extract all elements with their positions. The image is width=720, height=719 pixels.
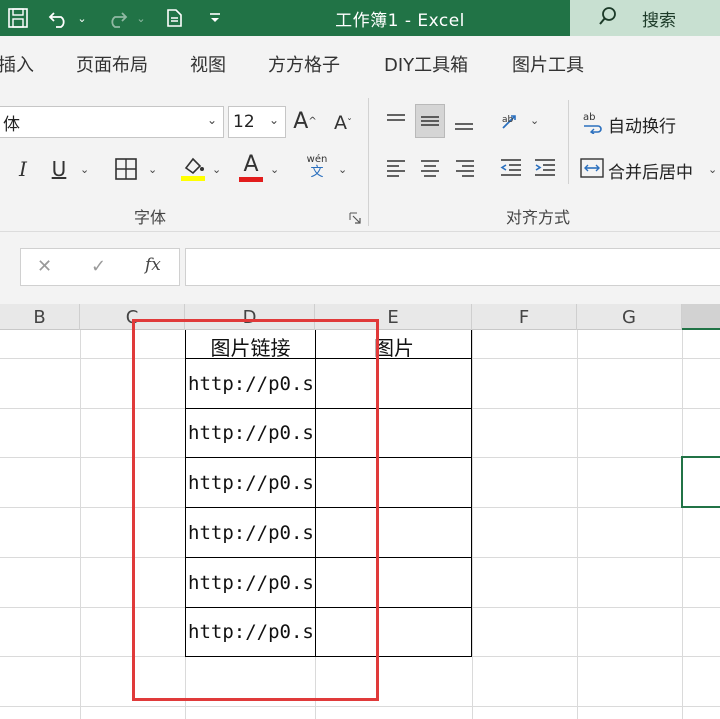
ribbon-tabs: 插入 页面布局 视图 方方格子 DIY工具箱 图片工具 (0, 36, 720, 92)
wrap-text-icon[interactable]: ab (580, 106, 608, 138)
formula-input[interactable] (185, 248, 720, 286)
gridline (577, 330, 578, 719)
underline-button[interactable]: U (46, 154, 72, 184)
formula-bar: ✕ ✓ fx (0, 232, 720, 304)
font-size-value: 12 (233, 112, 255, 132)
fill-color-icon[interactable] (178, 152, 208, 184)
chevron-down-icon: ⌄ (268, 113, 279, 127)
column-header-h[interactable] (682, 304, 720, 330)
title-bar: ⌄ ⌄ 工作簿1 - Excel 搜索 (0, 0, 720, 36)
font-name-combo[interactable]: 体 ⌄ (0, 106, 224, 138)
dialog-launcher-icon[interactable] (348, 211, 362, 225)
svg-text:ab: ab (502, 115, 514, 125)
align-middle-icon[interactable] (415, 104, 445, 138)
decrease-indent-icon[interactable] (496, 152, 526, 184)
tab-insert[interactable]: 插入 (0, 51, 34, 77)
font-name-value: 体 (3, 114, 20, 135)
formula-controls: ✕ ✓ fx (20, 248, 180, 286)
align-right-icon[interactable] (451, 152, 479, 184)
group-separator (368, 98, 369, 226)
tab-diy-toolbox[interactable]: DIY工具箱 (384, 51, 468, 77)
chevron-down-icon[interactable]: ⌄ (212, 163, 221, 176)
gridline (80, 330, 81, 719)
cancel-icon[interactable]: ✕ (37, 256, 52, 277)
orientation-icon[interactable]: ab (496, 106, 526, 138)
column-header-b[interactable]: B (0, 304, 80, 330)
align-top-icon[interactable] (382, 106, 410, 138)
font-size-combo[interactable]: 12 ⌄ (228, 106, 286, 138)
phonetic-guide-icon[interactable]: wén 文 (300, 150, 334, 184)
merge-center-label[interactable]: 合并后居中 (608, 158, 693, 183)
tab-fangfang[interactable]: 方方格子 (268, 51, 340, 77)
column-header-f[interactable]: F (472, 304, 577, 330)
enter-icon[interactable]: ✓ (91, 256, 106, 277)
align-center-icon[interactable] (416, 152, 444, 184)
phonetic-bottom: 文 (310, 165, 324, 180)
tab-view[interactable]: 视图 (190, 51, 226, 77)
chevron-down-icon[interactable]: ⌄ (270, 163, 279, 176)
increase-indent-icon[interactable] (530, 152, 560, 184)
merge-center-icon[interactable] (578, 152, 606, 184)
tab-page-layout[interactable]: 页面布局 (76, 51, 148, 77)
svg-text:ab: ab (583, 112, 595, 123)
chevron-down-icon[interactable]: ⌄ (708, 163, 717, 176)
search-label: 搜索 (642, 10, 676, 31)
wrap-text-label[interactable]: 自动换行 (608, 112, 676, 137)
font-color-letter: A (243, 151, 259, 177)
gridline (0, 706, 720, 707)
search-box[interactable]: 搜索 (570, 0, 720, 36)
chevron-down-icon[interactable]: ⌄ (80, 163, 89, 176)
phonetic-top: wén (306, 154, 328, 165)
chevron-down-icon[interactable]: ⌄ (148, 163, 157, 176)
font-color-swatch (239, 176, 263, 182)
font-color-icon[interactable]: A (236, 150, 266, 184)
borders-icon[interactable] (112, 154, 140, 184)
search-icon (598, 6, 618, 30)
column-header-g[interactable]: G (577, 304, 682, 330)
italic-button[interactable]: I (10, 154, 36, 184)
decrease-font-size-icon[interactable]: Aˇ (330, 108, 356, 138)
increase-font-size-icon[interactable]: A ^ (292, 106, 318, 136)
font-group-label: 字体 (134, 208, 167, 227)
chevron-down-icon[interactable]: ⌄ (530, 114, 539, 127)
chevron-down-icon[interactable]: ⌄ (338, 163, 347, 176)
alignment-group-label: 对齐方式 (506, 208, 571, 227)
group-separator (568, 100, 569, 184)
ribbon-home: 体 ⌄ 12 ⌄ A ^ Aˇ I U ⌄ ⌄ ⌄ A ⌄ wén 文 ⌄ 字体 … (0, 92, 720, 232)
active-cell-selection[interactable] (681, 456, 720, 508)
align-bottom-icon[interactable] (450, 106, 478, 138)
highlight-annotation-box (132, 319, 379, 701)
gridline (682, 330, 683, 719)
chevron-down-icon: ⌄ (206, 113, 217, 127)
align-left-icon[interactable] (382, 152, 410, 184)
insert-function-icon[interactable]: fx (145, 255, 161, 275)
gridline (472, 330, 473, 719)
tab-picture-tools[interactable]: 图片工具 (512, 51, 584, 77)
